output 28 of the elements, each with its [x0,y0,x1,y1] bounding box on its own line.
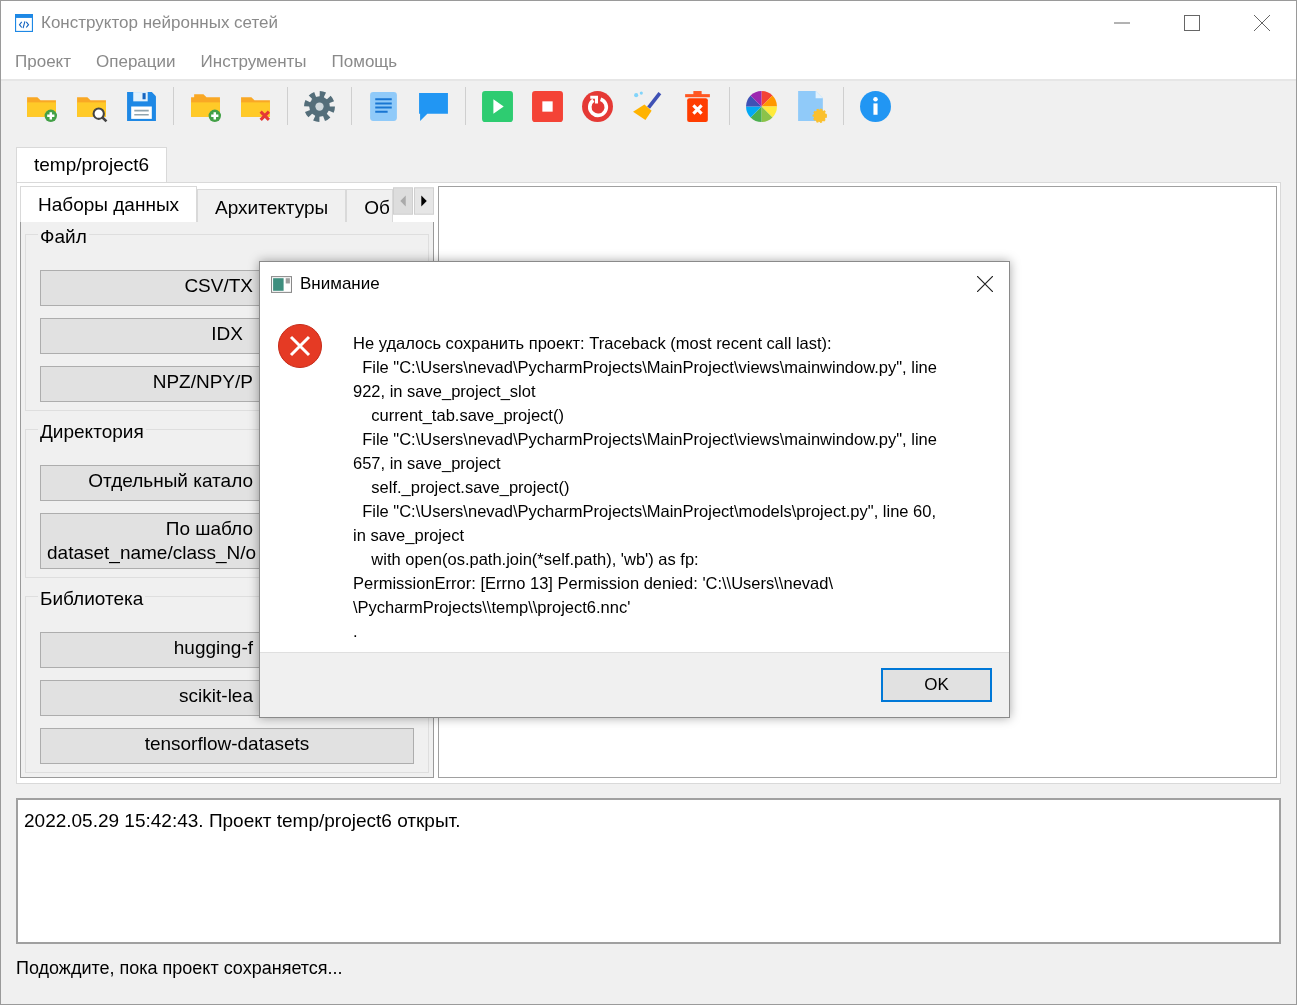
settings-icon[interactable] [303,89,336,123]
close-icon[interactable] [977,276,993,292]
status-text: Подождите, пока проект сохраняется... [16,958,344,979]
menu-item[interactable]: Помощь [331,52,398,72]
info-icon[interactable] [859,89,892,123]
panel-tab[interactable]: Наборы данных [20,186,198,222]
project-tab[interactable]: temp/project6 [16,147,168,182]
broom-icon[interactable] [631,89,664,123]
window-icon [271,275,292,293]
dialog-title: Внимание [300,274,380,294]
log-line: 2022.05.29 15:42:43. Проект temp/project6 открыт. [24,810,462,832]
app-icon [15,14,33,32]
document-lines-icon[interactable] [367,89,400,123]
scroll-right-icon[interactable] [413,186,434,216]
color-wheel-icon[interactable] [745,89,778,123]
menu-item[interactable]: Проект [15,52,71,72]
panel-tab[interactable]: Об [346,189,393,222]
panel-tab[interactable]: Архитектуры [197,189,347,222]
play-icon[interactable] [481,89,514,123]
menu-item[interactable]: Операции [96,52,176,72]
maximize-icon[interactable] [1184,15,1200,31]
ok-button[interactable]: OK [881,668,992,702]
save-icon[interactable] [125,89,158,123]
window-title: Конструктор нейронных сетей [41,13,279,33]
restart-icon[interactable] [581,89,614,123]
error-icon [278,324,322,368]
dataset-button[interactable]: tensorflow-datasets [40,728,414,764]
stop-icon[interactable] [531,89,564,123]
